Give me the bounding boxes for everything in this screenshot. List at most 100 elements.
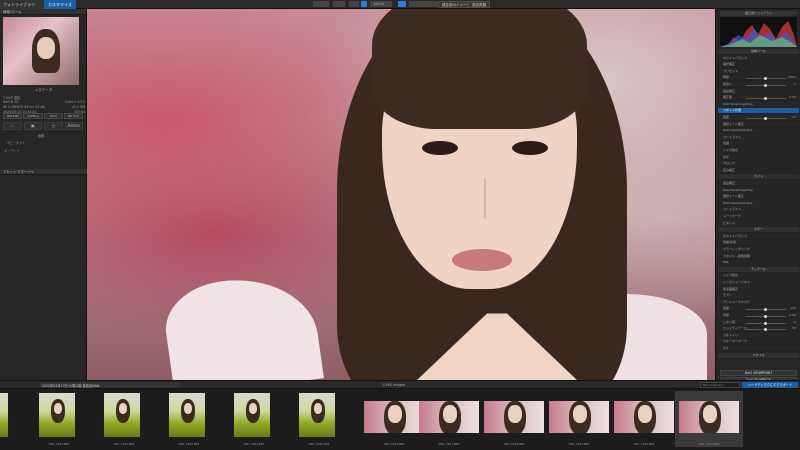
film-thumbnail[interactable]: DSC_7931.NEF xyxy=(675,391,743,447)
adjustment-row[interactable]: ジオメトリ xyxy=(718,333,799,339)
viewpoint-button[interactable]: DxO VIEWPOINT xyxy=(720,370,797,376)
extra-docs-button[interactable]: 追加書類 xyxy=(468,1,490,8)
adjustment-label: ビネット xyxy=(723,220,736,225)
compare-tool-button[interactable] xyxy=(313,1,329,7)
copyright-label[interactable]: コピーライト xyxy=(6,140,25,145)
local-adjust-tools[interactable] xyxy=(409,1,439,7)
move-tool-button[interactable] xyxy=(349,1,359,7)
adjustment-row[interactable]: 強度 25 xyxy=(718,115,799,121)
film-thumbnail[interactable]: DSC_7921.NEF xyxy=(35,391,83,447)
adjustment-row[interactable]: 色調 xyxy=(718,141,799,148)
film-thumbnail[interactable]: DSC_7927.NEF xyxy=(415,391,483,447)
adjustment-row[interactable]: モアレ xyxy=(718,293,799,300)
adjustment-row[interactable]: アンシャープマスク xyxy=(718,300,799,306)
thumbnail-filename: DSC_7923.NEF xyxy=(178,442,200,446)
adjustment-row[interactable]: 半径 0.50 xyxy=(718,313,799,319)
film-thumbnail[interactable]: DSC_7922.NEF xyxy=(100,391,148,447)
adjustment-row[interactable]: HSL xyxy=(718,260,799,267)
asset-manager-header[interactable]: アセットマネージャ xyxy=(0,169,87,175)
adjustment-row[interactable]: 補正値 0.00 xyxy=(718,95,799,102)
main-image-view[interactable] xyxy=(87,9,715,380)
metadata-tool-icon[interactable]: ☆ xyxy=(3,122,22,130)
adjustment-row[interactable]: 露光補正 xyxy=(718,62,799,69)
adjustment-row[interactable]: 選択トーン補正 xyxy=(718,194,799,201)
adjustment-row[interactable]: スタイル - 調色効果 xyxy=(718,254,799,260)
palette-header[interactable]: ディテール xyxy=(718,266,799,273)
adjustment-label: ライト xyxy=(753,174,763,179)
film-thumbnail[interactable] xyxy=(0,391,12,447)
exif-cell: 1/250 s xyxy=(23,113,43,119)
navigator-thumbnail[interactable] xyxy=(3,17,79,85)
adjustment-slider[interactable] xyxy=(746,117,786,120)
adjustment-row[interactable]: 露出補正 xyxy=(718,89,799,95)
adjustment-row[interactable]: ホワイトバランス xyxy=(718,56,799,62)
adjustment-row[interactable]: しきい値 4 xyxy=(718,320,799,326)
metadata-title: メタデータ xyxy=(34,88,53,92)
histogram-graph xyxy=(720,17,797,47)
export-button[interactable]: ハードディスクにエクスポート xyxy=(742,382,798,388)
adjustment-value: 100 xyxy=(790,306,796,311)
adjustment-row[interactable]: トーンカーブ xyxy=(718,214,799,220)
adjustment-row[interactable]: ノイズ除去 xyxy=(718,273,799,280)
palette-header[interactable]: 基本ツール xyxy=(718,49,799,55)
adjustment-row[interactable]: コントラスト xyxy=(718,207,799,214)
film-thumbnail[interactable]: DSC_7924.NEF xyxy=(230,391,278,447)
adjustment-row[interactable]: レンズシャープネス xyxy=(718,280,799,286)
tab-photo-library[interactable]: フォトライブラリ xyxy=(0,0,44,9)
display-mode-button[interactable] xyxy=(333,1,345,7)
adjustment-row[interactable]: DxO Smart Lighting xyxy=(718,102,799,108)
adjustment-row[interactable]: ノイズ除去 xyxy=(718,148,799,154)
adjustment-row[interactable]: 色収差補正 xyxy=(718,287,799,293)
adjustment-slider[interactable] xyxy=(746,308,786,312)
adjustment-slider[interactable] xyxy=(746,328,786,332)
adjustment-row[interactable]: スポット計測 xyxy=(718,108,799,115)
folder-path[interactable]: 2020年03月13日 大塚公園 撮影会RAW xyxy=(40,382,180,388)
tab-customize[interactable]: カスタマイズ xyxy=(44,0,76,9)
adjustment-row[interactable]: DxO ClearView Plus xyxy=(718,128,799,135)
film-thumbnail[interactable]: DSC_7928.NEF xyxy=(480,391,548,447)
adjustment-row[interactable]: DxO Smart Lighting xyxy=(718,188,799,194)
adjustment-row[interactable]: ボケ xyxy=(718,346,799,352)
film-thumbnail[interactable]: DSC_7923.NEF xyxy=(165,391,213,447)
zoom-fit-button[interactable] xyxy=(361,1,367,7)
metadata-tool-icon[interactable]: Adobe xyxy=(64,122,83,130)
adjustment-row[interactable]: カラーレンダリング xyxy=(718,247,799,253)
adjustment-row[interactable]: 歪み補正 xyxy=(718,168,799,174)
metadata-tool-icon[interactable]: ◷ xyxy=(44,122,63,130)
adjustment-row[interactable]: 強度 100 xyxy=(718,306,799,313)
histogram-toggle[interactable]: 補正後ヒストグラム xyxy=(720,11,797,16)
keyword-label[interactable]: キーワード xyxy=(4,148,20,153)
adjustment-row[interactable]: ビネット xyxy=(718,221,799,227)
adjustment-row[interactable]: コントラスト xyxy=(718,135,799,141)
adjustment-row[interactable]: 選択トーン補正 xyxy=(718,122,799,128)
adjustment-row[interactable]: 色相/彩度 xyxy=(718,240,799,247)
film-thumbnail[interactable]: DSC_7925.NEF xyxy=(295,391,343,447)
film-thumbnail[interactable]: DSC_7929.NEF xyxy=(545,391,613,447)
thumb-face xyxy=(443,405,457,423)
metadata-tool-icon[interactable]: ▣ xyxy=(23,122,42,130)
adjustment-row[interactable]: ホワイトバランス xyxy=(718,234,799,240)
adjustment-slider[interactable] xyxy=(746,97,786,101)
palette-header[interactable]: スタイル xyxy=(718,352,799,359)
adjustment-slider[interactable] xyxy=(746,84,786,87)
adjustment-row[interactable]: クロップ xyxy=(718,161,799,168)
adjustment-slider[interactable] xyxy=(746,315,786,318)
adjustment-label: 半径 xyxy=(723,313,730,317)
adjustment-row[interactable]: 水平 xyxy=(718,155,799,161)
adjustment-row[interactable]: プリセット xyxy=(718,69,799,75)
adjustment-label: HSL xyxy=(723,260,729,265)
adjustment-row[interactable]: ウォーターマーク xyxy=(718,339,799,346)
palette-header[interactable]: ライト xyxy=(718,174,799,181)
adjustment-row[interactable]: 露出補正 xyxy=(718,181,799,187)
navigator-header[interactable]: 情報/ズーム xyxy=(0,9,86,15)
adjustment-row[interactable]: 明度 5367 xyxy=(718,75,799,82)
adjustment-slider[interactable] xyxy=(746,321,786,325)
film-thumbnail[interactable]: DSC_7930.NEF xyxy=(610,391,678,447)
adjustment-row[interactable]: エッジディテール 50 xyxy=(718,326,799,333)
palette-header[interactable]: カラー xyxy=(718,227,799,234)
search-input[interactable]: Nik Collection xyxy=(700,382,740,388)
crop-tool-button[interactable] xyxy=(398,1,406,7)
adjustment-row[interactable]: DxO ClearView Plus xyxy=(718,201,799,207)
adjustment-slider[interactable] xyxy=(746,77,786,81)
adjustment-row[interactable]: 色合い 0 xyxy=(718,82,799,88)
